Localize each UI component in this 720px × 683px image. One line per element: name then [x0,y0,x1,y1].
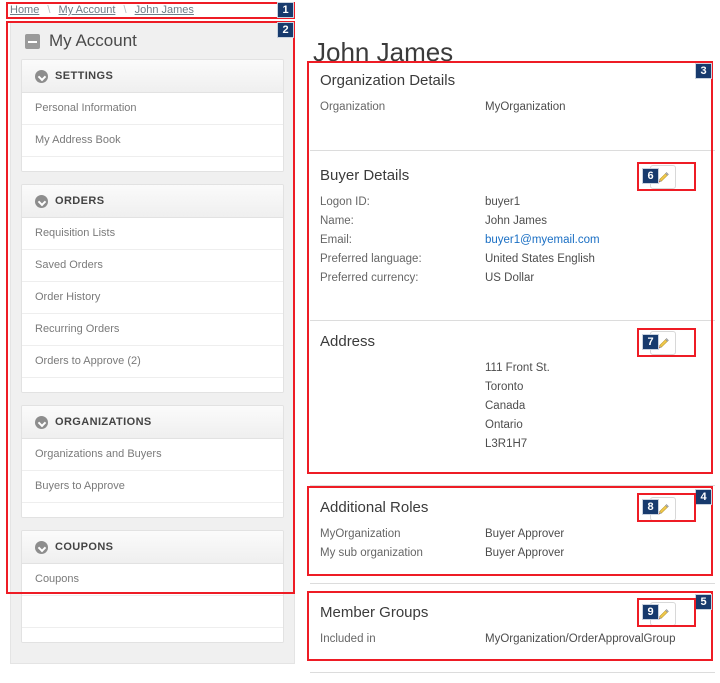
address-line: Ontario [485,416,705,435]
chevron-down-circle-icon[interactable] [35,541,48,554]
kv-row: Preferred currency: US Dollar [320,269,705,288]
sidebar-group-orders: ORDERS Requisition Lists Saved Orders Or… [21,184,284,393]
organization-details-card: Organization Details Organization MyOrga… [310,62,715,150]
sidebar-item-buyers-to-approve[interactable]: Buyers to Approve [22,471,283,503]
kv-value: MyOrganization/OrderApprovalGroup [485,630,675,649]
kv-value: John James [485,212,547,231]
divider [310,320,715,321]
sidebar-item-my-address-book[interactable]: My Address Book [22,125,283,157]
kv-row: Name: John James [320,212,705,231]
kv-row: My sub organization Buyer Approver [320,544,705,563]
kv-row: Included in MyOrganization/OrderApproval… [320,630,705,649]
kv-label: Organization [320,98,485,117]
page-root: Home \ My Account \ John James My Accoun… [0,0,720,683]
sidebar-group-coupons: COUPONS Coupons [21,530,284,643]
kv-label: Email: [320,231,485,250]
kv-value: Buyer Approver [485,525,564,544]
sidebar-item-empty [22,596,283,628]
address-line: Toronto [485,378,705,397]
divider [310,485,715,486]
chevron-down-circle-icon[interactable] [35,416,48,429]
divider [310,672,715,673]
annotation-badge-5: 5 [695,594,712,610]
kv-value: buyer1 [485,193,520,212]
breadcrumb-separator: \ [42,4,55,16]
annotation-badge-1: 1 [277,2,294,18]
sidebar-header[interactable]: My Account [11,23,294,59]
divider [310,150,715,151]
kv-label: Preferred currency: [320,269,485,288]
breadcrumb-item-my-account[interactable]: My Account [59,4,116,16]
sidebar-item-saved-orders[interactable]: Saved Orders [22,250,283,282]
kv-row: Organization MyOrganization [320,98,705,117]
chevron-down-circle-icon[interactable] [35,70,48,83]
sidebar-item-recurring-orders[interactable]: Recurring Orders [22,314,283,346]
sidebar-item-requisition-lists[interactable]: Requisition Lists [22,218,283,250]
sidebar-item-orders-to-approve[interactable]: Orders to Approve (2) [22,346,283,378]
sidebar-group-settings: SETTINGS Personal Information My Address… [21,59,284,172]
annotation-badge-7: 7 [642,334,659,350]
annotation-badge-3: 3 [695,63,712,79]
kv-value: US Dollar [485,269,534,288]
sidebar-item-spacer [22,628,283,642]
sidebar-group-header-coupons[interactable]: COUPONS [22,531,283,564]
sidebar-item-organizations-and-buyers[interactable]: Organizations and Buyers [22,439,283,471]
kv-label: Name: [320,212,485,231]
sidebar-group-header-organizations[interactable]: ORGANIZATIONS [22,406,283,439]
breadcrumb-item-home[interactable]: Home [10,4,39,16]
minus-square-icon[interactable] [25,34,40,49]
sidebar-item-personal-information[interactable]: Personal Information [22,93,283,125]
kv-row: Preferred language: United States Englis… [320,250,705,269]
sidebar-item-order-history[interactable]: Order History [22,282,283,314]
organization-details-title: Organization Details [320,72,705,89]
kv-value: United States English [485,250,595,269]
sidebar-group-header-settings[interactable]: SETTINGS [22,60,283,93]
breadcrumb: Home \ My Account \ John James [10,4,194,18]
address-line: 111 Front St. [485,359,705,378]
annotation-badge-2: 2 [277,22,294,38]
sidebar-group-header-orders[interactable]: ORDERS [22,185,283,218]
kv-label: MyOrganization [320,525,485,544]
kv-row: Email: buyer1@myemail.com [320,231,705,250]
kv-value: MyOrganization [485,98,566,117]
kv-value: Buyer Approver [485,544,564,563]
sidebar-item-spacer [22,157,283,171]
kv-label: Included in [320,630,485,649]
sidebar-group-label: ORGANIZATIONS [55,416,152,428]
annotation-badge-8: 8 [642,499,659,515]
chevron-down-circle-icon[interactable] [35,195,48,208]
breadcrumb-separator: \ [118,4,131,16]
breadcrumb-item-john-james[interactable]: John James [135,4,194,16]
sidebar-group-label: ORDERS [55,195,104,207]
sidebar-group-label: COUPONS [55,541,113,553]
sidebar-title: My Account [49,31,137,51]
annotation-badge-6: 6 [642,168,659,184]
kv-label: Logon ID: [320,193,485,212]
account-sidebar: My Account SETTINGS Personal Information… [10,22,295,664]
email-link[interactable]: buyer1@myemail.com [485,231,600,250]
address-line: Canada [485,397,705,416]
sidebar-item-spacer [22,378,283,392]
kv-row: MyOrganization Buyer Approver [320,525,705,544]
kv-label: My sub organization [320,544,485,563]
sidebar-group-organizations: ORGANIZATIONS Organizations and Buyers B… [21,405,284,518]
sidebar-item-coupons[interactable]: Coupons [22,564,283,596]
sidebar-item-spacer [22,503,283,517]
address-line: L3R1H7 [485,435,705,454]
sidebar-group-label: SETTINGS [55,70,113,82]
kv-label: Preferred language: [320,250,485,269]
divider [310,583,715,584]
kv-row: Logon ID: buyer1 [320,193,705,212]
annotation-badge-9: 9 [642,604,659,620]
left-column: Home \ My Account \ John James My Accoun… [0,0,303,683]
annotation-badge-4: 4 [695,489,712,505]
